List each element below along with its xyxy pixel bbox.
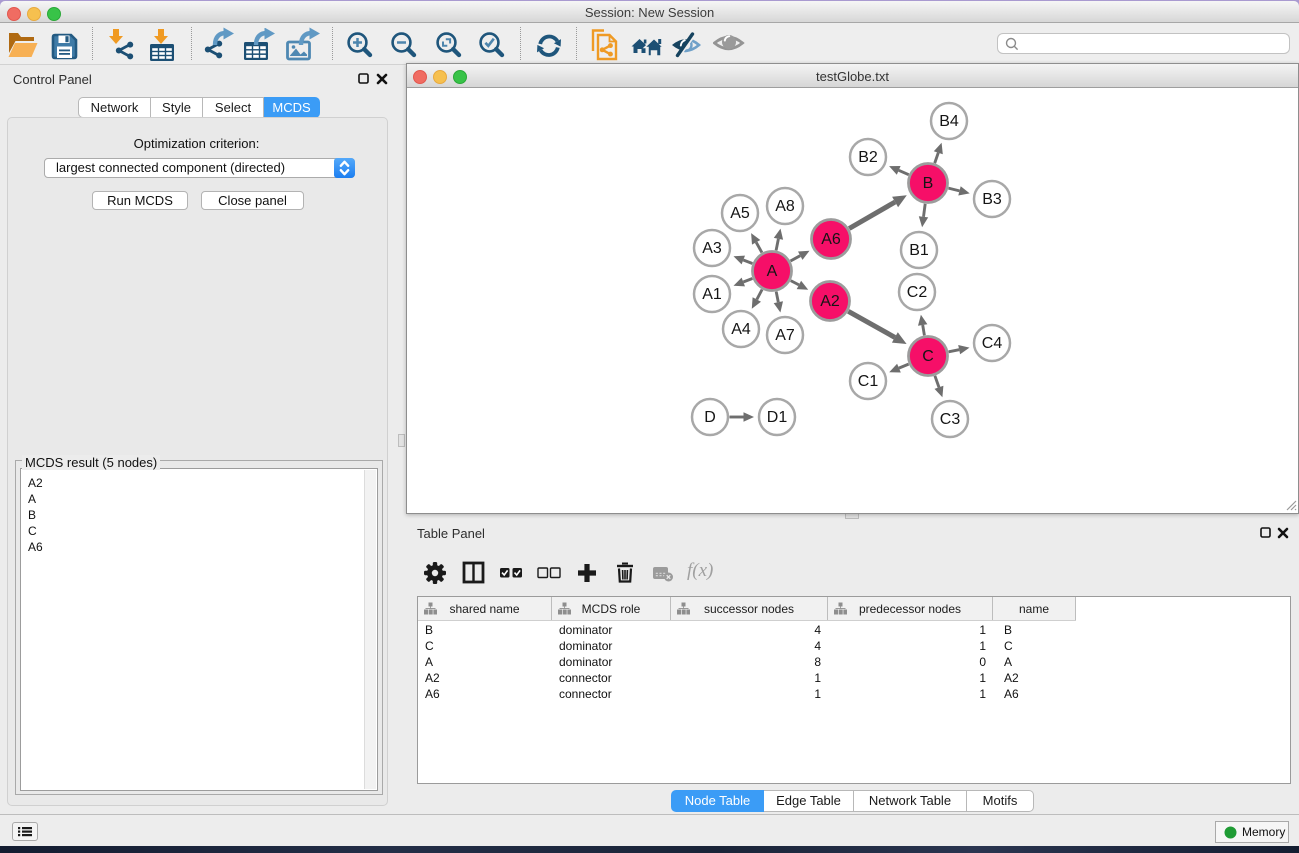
svg-text:C4: C4: [982, 335, 1003, 352]
svg-text:C: C: [922, 348, 934, 365]
svg-text:C2: C2: [907, 284, 928, 301]
svg-text:C1: C1: [858, 373, 879, 390]
svg-text:D: D: [704, 409, 716, 426]
svg-text:A2: A2: [820, 293, 840, 310]
svg-text:D1: D1: [767, 409, 788, 426]
svg-text:B: B: [923, 175, 934, 192]
svg-text:A6: A6: [821, 231, 841, 248]
svg-text:A1: A1: [702, 286, 722, 303]
svg-text:A4: A4: [731, 321, 751, 338]
svg-text:A7: A7: [775, 327, 795, 344]
svg-text:B2: B2: [858, 149, 878, 166]
svg-text:B3: B3: [982, 191, 1002, 208]
svg-text:A8: A8: [775, 198, 795, 215]
svg-text:A: A: [767, 263, 778, 280]
svg-text:A5: A5: [730, 205, 750, 222]
svg-text:B4: B4: [939, 113, 959, 130]
svg-text:B1: B1: [909, 242, 929, 259]
svg-text:A3: A3: [702, 240, 722, 257]
svg-text:C3: C3: [940, 411, 961, 428]
